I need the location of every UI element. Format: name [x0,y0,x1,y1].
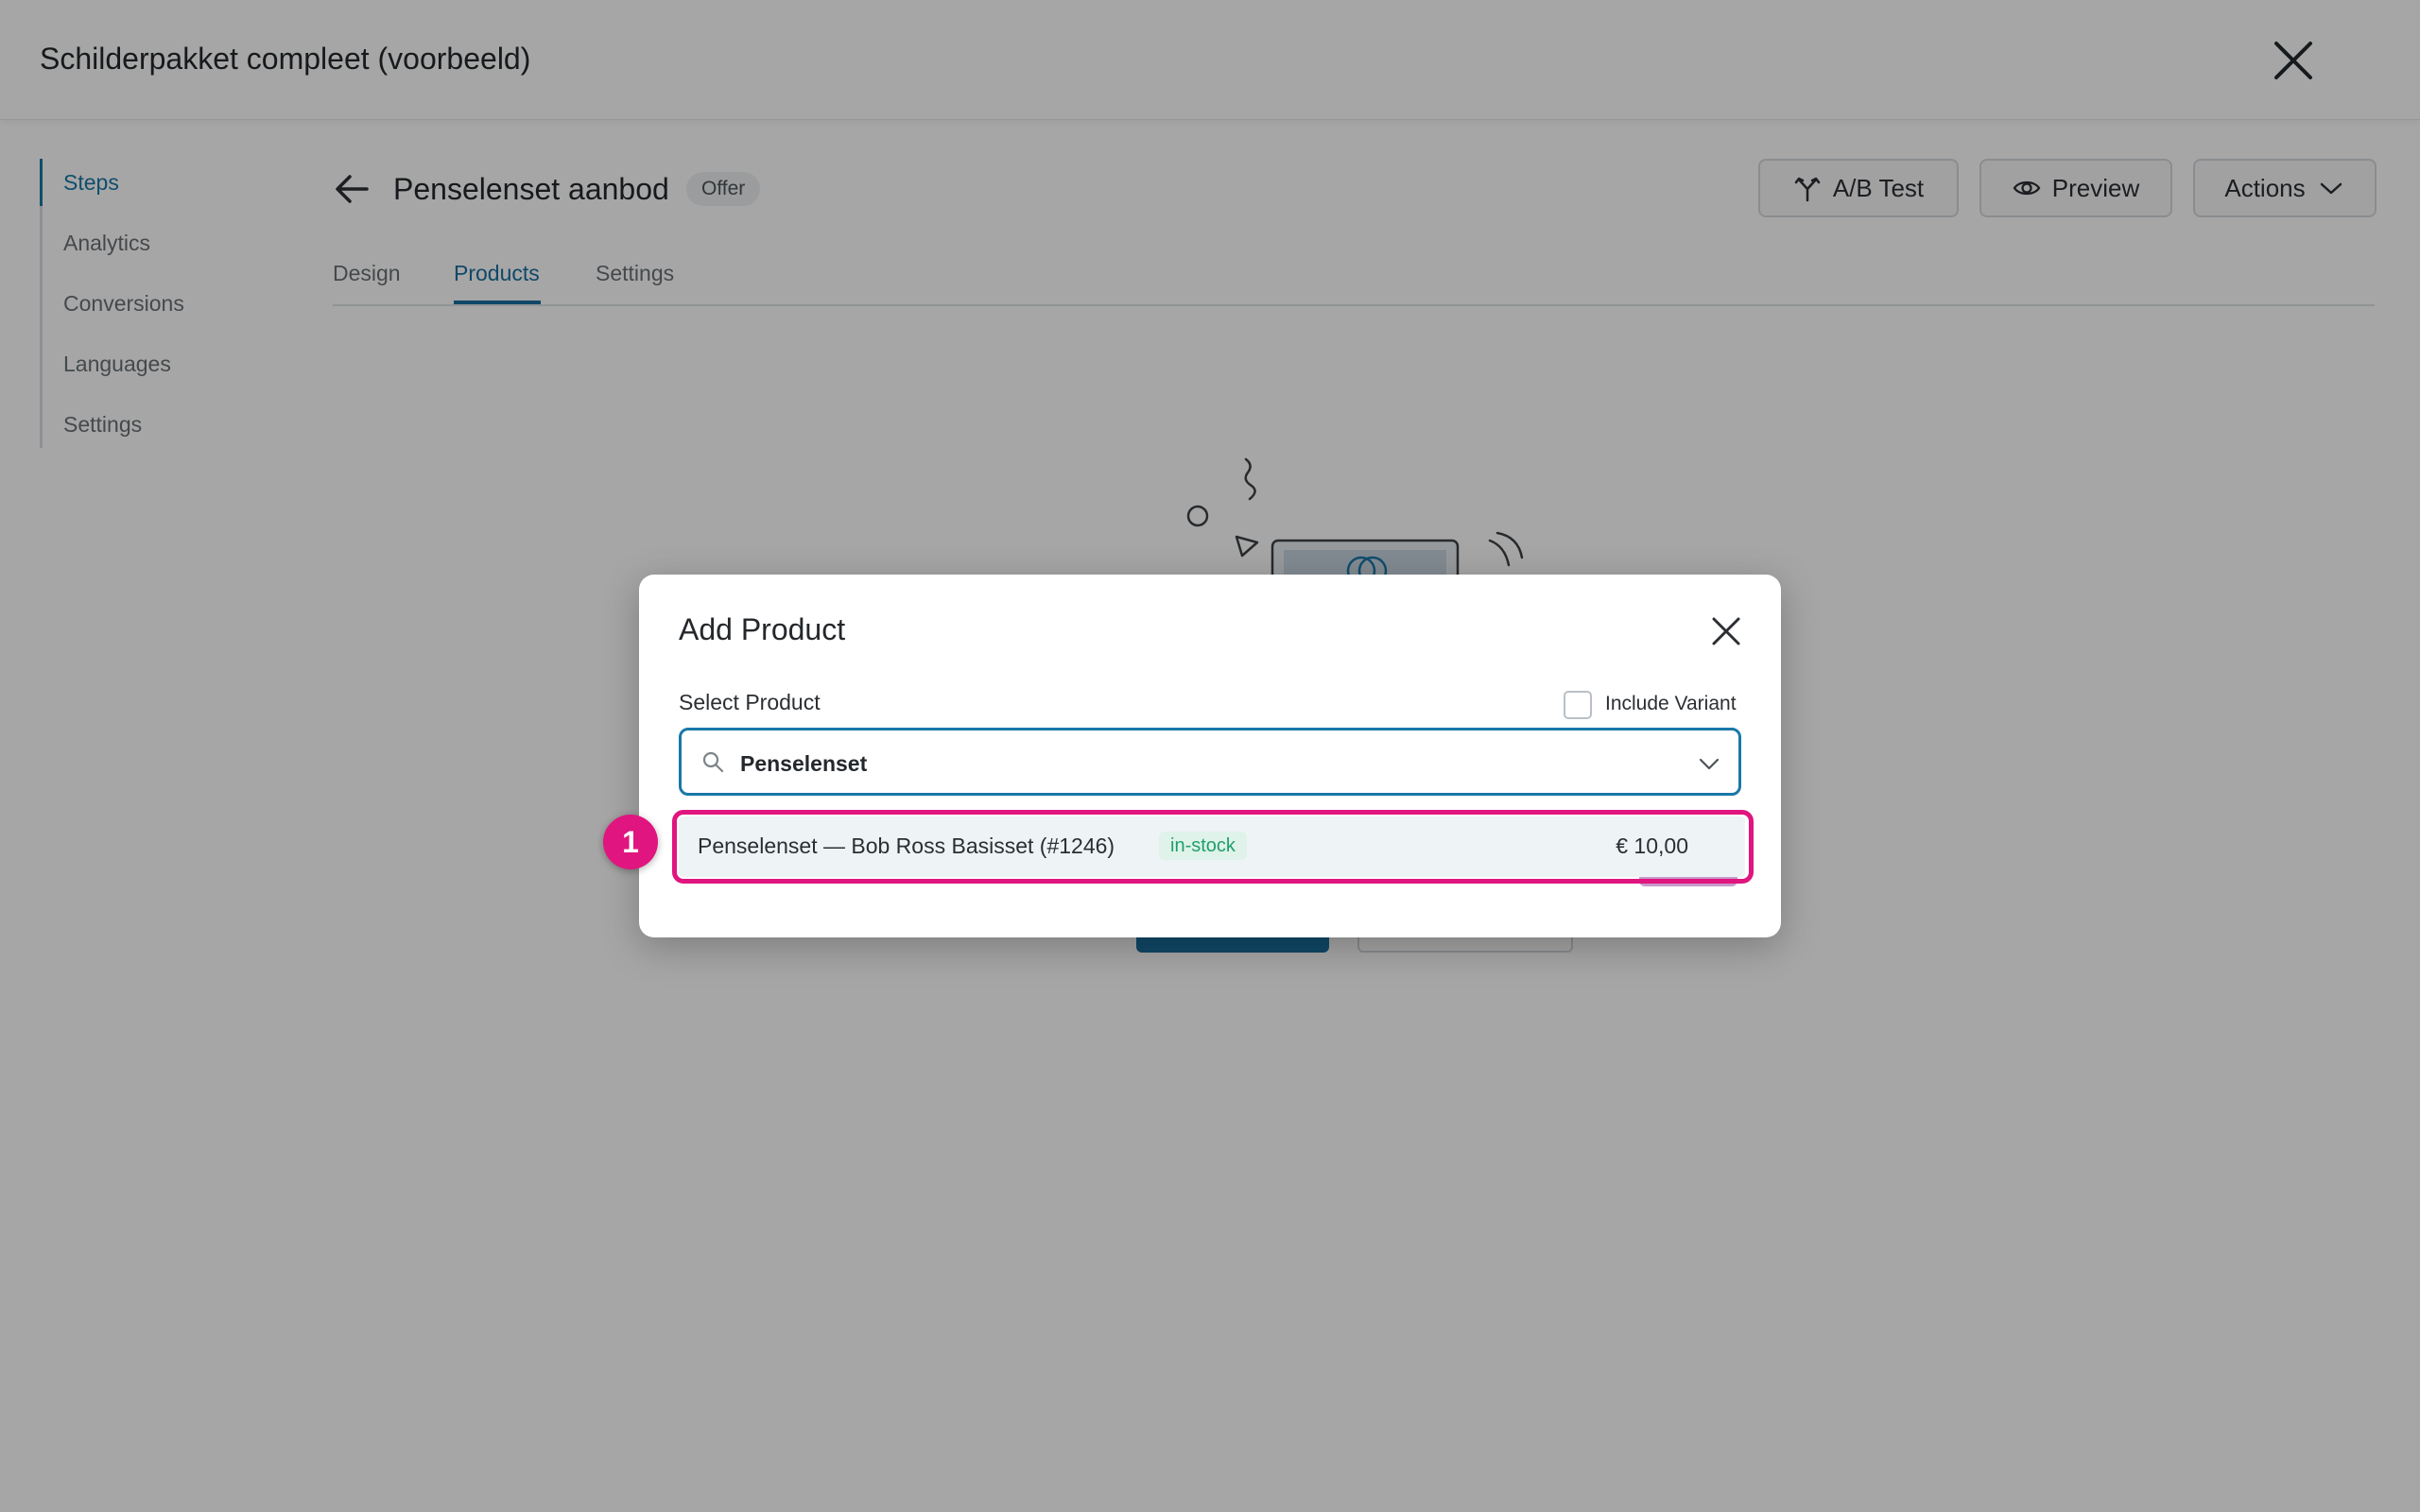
chevron-down-icon[interactable] [1697,751,1721,776]
stock-status-badge: in-stock [1159,832,1247,860]
modal-title: Add Product [679,612,846,646]
select-product-label: Select Product [679,690,821,714]
search-icon [702,751,724,773]
product-select-combobox[interactable] [679,728,1741,796]
product-option-name: Penselenset — Bob Ross Basisset (#1246) [698,833,1115,858]
product-option[interactable]: Penselenset — Bob Ross Basisset (#1246) … [679,816,1745,877]
product-search-input[interactable] [738,744,1650,783]
product-option-price: € 10,00 [1616,833,1688,858]
step-marker-badge: 1 [603,815,658,869]
close-icon[interactable] [1709,614,1743,648]
include-variant-checkbox[interactable] [1564,691,1592,719]
include-variant-label[interactable]: Include Variant [1605,693,1737,715]
add-product-modal: Add Product Select Product Include Varia… [639,575,1781,937]
